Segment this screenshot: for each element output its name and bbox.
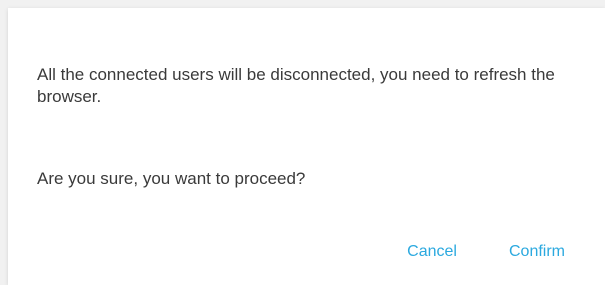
dialog-message: All the connected users will be disconne… <box>37 65 555 106</box>
confirm-dialog: All the connected users will be disconne… <box>8 8 605 285</box>
confirm-button[interactable]: Confirm <box>509 242 565 262</box>
dialog-question: Are you sure, you want to proceed? <box>37 169 306 188</box>
cancel-button[interactable]: Cancel <box>407 242 457 262</box>
dialog-actions: Cancel Confirm <box>407 242 565 262</box>
dialog-content: All the connected users will be disconne… <box>37 64 577 188</box>
